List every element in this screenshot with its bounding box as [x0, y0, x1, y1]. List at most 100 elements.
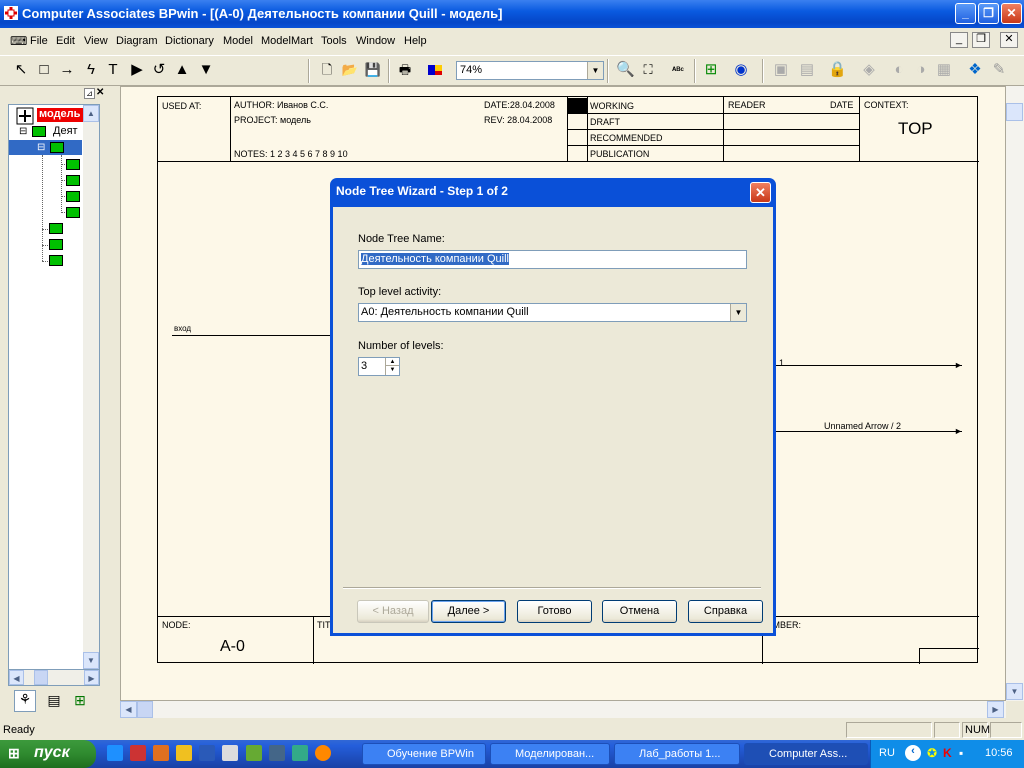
box-tool-icon[interactable]: □ [35, 62, 53, 78]
tree-node-icon[interactable] [66, 175, 80, 186]
quicklaunch-icon[interactable] [246, 745, 262, 761]
tree-node-icon[interactable] [49, 239, 63, 250]
tree-vscrollbar[interactable] [83, 105, 99, 669]
down-tool-icon[interactable]: ▼ [197, 62, 215, 78]
mdi-minimize-button[interactable]: _ [950, 32, 968, 48]
text-tool-icon[interactable]: T [104, 62, 122, 78]
menu-edit[interactable]: Edit [56, 35, 75, 47]
tree-node-icon[interactable] [66, 207, 80, 218]
menu-model[interactable]: Model [223, 35, 253, 47]
arrow-tool-icon[interactable]: → [58, 62, 76, 78]
zoom-fit-icon[interactable]: ⛶ [639, 62, 657, 78]
tray-expand-icon[interactable]: ‹ [905, 745, 921, 761]
mm-icon-1[interactable]: ▣ [772, 62, 790, 78]
node-tree-icon[interactable]: ⊞ [702, 62, 720, 78]
report-icon[interactable]: ◉ [732, 62, 750, 78]
tray-icon[interactable]: ✪ [927, 746, 937, 760]
antivirus-icon[interactable]: K [943, 746, 952, 760]
top-level-activity-select[interactable]: A0: Деятельность компании Quill ▼ [358, 303, 747, 322]
number-of-levels-stepper[interactable]: 3 ▲ ▼ [358, 357, 400, 376]
mm-icon-4[interactable]: ◐ [890, 62, 908, 78]
quicklaunch-icon[interactable] [269, 745, 285, 761]
mm-icon-5[interactable]: ◑ [912, 62, 930, 78]
language-indicator[interactable]: RU [879, 747, 895, 759]
scroll-thumb[interactable] [137, 701, 153, 718]
menu-help[interactable]: Help [404, 35, 427, 47]
spell-check-icon[interactable]: ᴬᴮᶜ [669, 62, 687, 78]
menu-window[interactable]: Window [356, 35, 395, 47]
tree-node-icon[interactable] [49, 223, 63, 234]
mdi-restore-button[interactable]: ❐ [972, 32, 990, 48]
scroll-left-icon[interactable]: ◀ [9, 670, 24, 685]
up-tool-icon[interactable]: ▲ [173, 62, 191, 78]
explorer-close-icon[interactable]: ✕ [96, 88, 107, 99]
network-icon[interactable]: ▪ [959, 746, 963, 760]
print-icon[interactable]: 🖶 [396, 62, 414, 78]
zoom-in-icon[interactable]: 🔍 [616, 62, 635, 78]
spin-up-icon[interactable]: ▲ [385, 358, 399, 366]
node-tree-name-input[interactable]: Деятельность компании Quill [358, 250, 747, 269]
scroll-thumb[interactable] [1006, 103, 1023, 121]
canvas-hscrollbar[interactable]: ◀ ▶ [120, 701, 1006, 718]
bpwin-app-icon[interactable] [3, 5, 19, 21]
scroll-right-icon[interactable]: ▶ [84, 670, 99, 685]
arrow-out2-label[interactable]: Unnamed Arrow / 2 [824, 421, 901, 431]
expand-icon[interactable]: ⊟ [19, 126, 27, 137]
menu-diagram[interactable]: Diagram [116, 35, 158, 47]
close-button[interactable]: ✕ [1001, 3, 1022, 24]
rotate-tool-icon[interactable]: ↺ [150, 62, 168, 78]
menu-modelmart[interactable]: ModelMart [261, 35, 313, 47]
start-button[interactable]: ⊞ пуск [0, 740, 96, 768]
next-button[interactable]: Далее > [431, 600, 506, 623]
menu-file[interactable]: File [30, 35, 48, 47]
scroll-down-icon[interactable]: ▼ [83, 652, 99, 669]
chevron-down-icon[interactable]: ▼ [587, 62, 603, 79]
quicklaunch-icon[interactable] [176, 745, 192, 761]
word-icon[interactable] [199, 745, 215, 761]
media-icon[interactable] [315, 745, 331, 761]
scroll-right-icon[interactable]: ▶ [987, 701, 1004, 718]
lock-icon[interactable]: 🔒 [828, 62, 847, 78]
taskbar-item-folder[interactable]: Обучение BPWin [362, 743, 486, 765]
menu-tools[interactable]: Tools [321, 35, 347, 47]
finish-button[interactable]: Готово [517, 600, 592, 623]
cancel-button[interactable]: Отмена [602, 600, 677, 623]
restore-button[interactable]: ❐ [978, 3, 999, 24]
spin-down-icon[interactable]: ▼ [385, 366, 399, 375]
quicklaunch-icon[interactable] [222, 745, 238, 761]
arrow-in-label[interactable]: вход [174, 324, 191, 333]
scroll-left-icon[interactable]: ◀ [120, 701, 137, 718]
color-icon[interactable] [426, 62, 444, 82]
open-folder-icon[interactable]: 📂 [341, 62, 359, 78]
quicklaunch-icon[interactable] [153, 745, 169, 761]
ie-icon[interactable] [107, 745, 123, 761]
diagrams-tab-icon[interactable]: ▤ [44, 692, 64, 712]
mm-icon-6[interactable]: ▦ [935, 62, 953, 78]
activities-tab-icon[interactable]: ⚘ [14, 690, 36, 712]
tree-node-icon[interactable] [66, 159, 80, 170]
expand-icon[interactable]: ⊟ [37, 142, 45, 153]
minimize-button[interactable]: _ [955, 3, 976, 24]
back-button[interactable]: < Назад [357, 600, 429, 623]
new-file-icon[interactable]: 🗋 [318, 62, 336, 78]
explorer-float-button[interactable]: ⊿ [84, 88, 95, 99]
decompose-tool-icon[interactable]: ▶ [128, 62, 146, 78]
taskbar-item-word1[interactable]: Моделирован... [490, 743, 610, 765]
dialog-close-icon[interactable]: ✕ [750, 182, 771, 203]
tree-node-icon[interactable] [49, 255, 63, 266]
scroll-thumb[interactable] [34, 670, 48, 685]
quicklaunch-icon[interactable] [292, 745, 308, 761]
chevron-down-icon[interactable]: ▼ [730, 304, 746, 321]
arrow-out1-label[interactable]: 1 [779, 358, 784, 368]
tree-node-icon[interactable] [66, 191, 80, 202]
mdi-close-button[interactable]: ✕ [1000, 32, 1018, 48]
pointer-tool-icon[interactable]: ↖ [12, 62, 30, 78]
save-icon[interactable]: 💾 [364, 62, 382, 78]
tree-view[interactable]: модель ⊟ Деят ⊟ ▲ ▼ [8, 104, 100, 670]
menu-view[interactable]: View [84, 35, 108, 47]
canvas-vscrollbar[interactable]: ▼ [1006, 86, 1024, 701]
doc-icon[interactable]: ⌨ [10, 34, 27, 48]
mm-icon-2[interactable]: ▤ [798, 62, 816, 78]
properties-icon[interactable]: ❖ [966, 62, 984, 78]
scroll-up-icon[interactable]: ▲ [83, 105, 99, 122]
